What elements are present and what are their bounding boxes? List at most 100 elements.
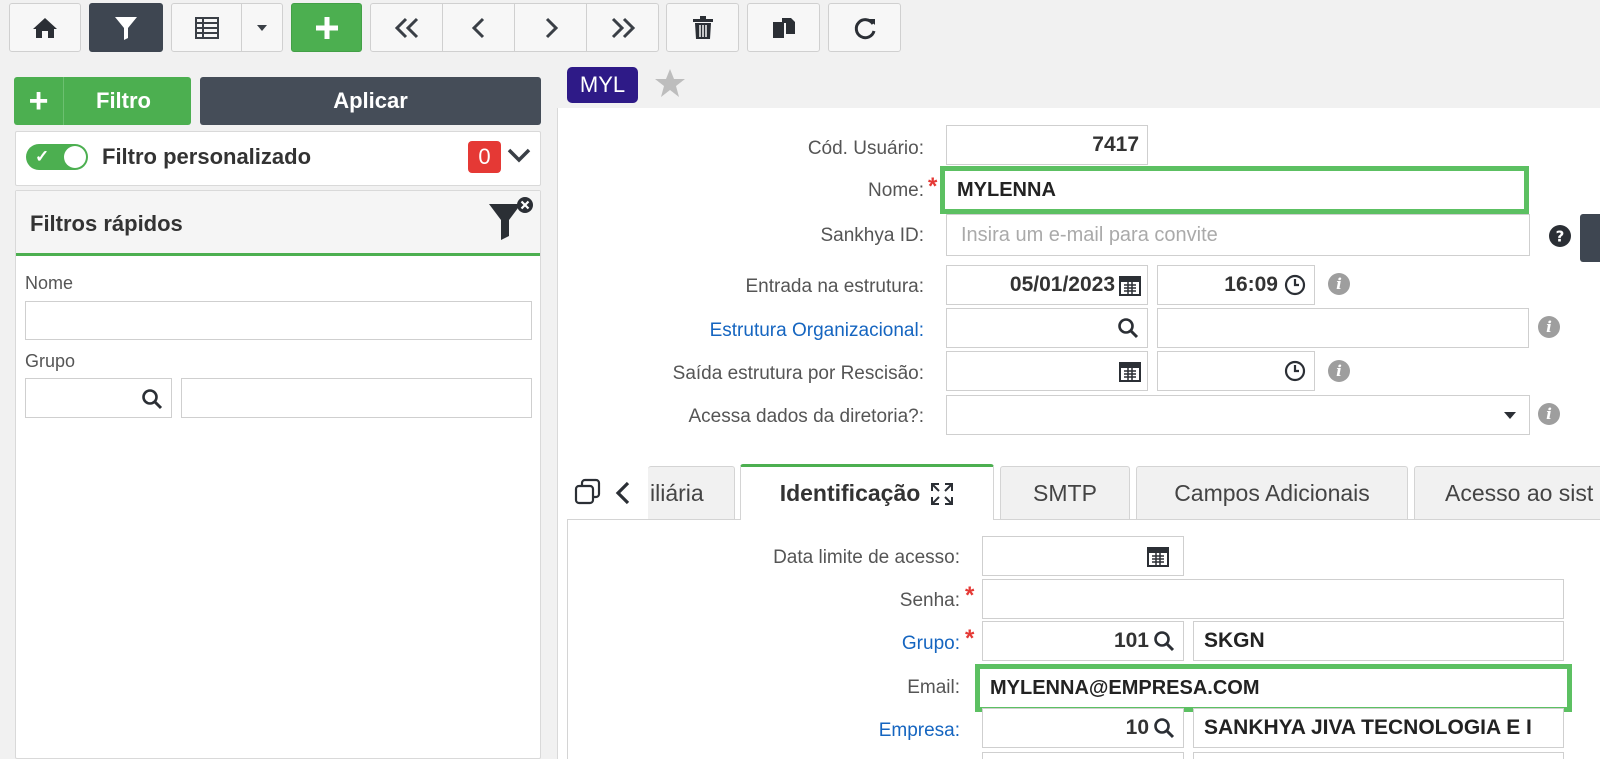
senha-field[interactable] xyxy=(982,579,1564,619)
acessa-select[interactable] xyxy=(946,395,1530,435)
next-record-button[interactable] xyxy=(514,3,587,52)
add-filter-button[interactable]: + Filtro xyxy=(14,77,191,125)
saida-time-field[interactable] xyxy=(1157,351,1315,391)
check-icon: ✓ xyxy=(35,147,50,166)
apply-button[interactable]: Aplicar xyxy=(200,77,541,125)
next-icon xyxy=(545,17,558,38)
info-icon: i xyxy=(1538,403,1560,425)
clear-filter-icon[interactable] xyxy=(487,196,535,242)
next-field-partial xyxy=(982,752,1184,759)
nome-field[interactable]: MYLENNA xyxy=(940,166,1529,214)
entrada-date-value: 05/01/2023 xyxy=(1009,273,1115,296)
estrutura-label[interactable]: Estrutura Organizacional: xyxy=(650,320,924,342)
empresa-code-field[interactable]: 10 xyxy=(982,708,1184,748)
grupo-code-field[interactable]: 101 xyxy=(982,621,1184,661)
home-icon xyxy=(33,17,57,38)
last-record-button[interactable] xyxy=(586,3,659,52)
delete-button[interactable] xyxy=(666,3,739,52)
nome-label: Nome: xyxy=(868,180,924,201)
info-icon: i xyxy=(1538,316,1560,338)
calendar-icon[interactable] xyxy=(1119,274,1141,296)
email-value: MYLENNA@EMPRESA.COM xyxy=(990,676,1260,699)
info-icon: i xyxy=(1328,360,1350,382)
filter-count-badge: 0 xyxy=(468,141,501,173)
saida-date-field[interactable] xyxy=(946,351,1148,391)
info-icon: i xyxy=(1328,273,1350,295)
help-icon[interactable]: ? xyxy=(1548,224,1572,248)
copy-window-icon[interactable] xyxy=(574,478,602,506)
estrutura-name-field[interactable] xyxy=(1157,308,1529,348)
custom-filter-toggle[interactable]: ✓ xyxy=(26,144,88,170)
empresa-label[interactable]: Empresa: xyxy=(700,720,960,742)
nome-value: MYLENNA xyxy=(957,178,1056,201)
entrada-time-value: 16:09 xyxy=(1224,273,1278,296)
quick-nome-input[interactable] xyxy=(25,301,532,340)
filter-button[interactable] xyxy=(89,3,163,52)
tab-acesso-sistema[interactable]: Acesso ao sist xyxy=(1414,466,1600,519)
cod-usuario-field[interactable]: 7417 xyxy=(946,125,1148,165)
calendar-icon[interactable] xyxy=(1119,360,1141,382)
senha-label: Senha: xyxy=(899,590,960,611)
data-limite-field[interactable] xyxy=(982,536,1184,576)
email-field[interactable]: MYLENNA@EMPRESA.COM xyxy=(975,664,1572,712)
star-icon[interactable] xyxy=(654,68,686,98)
grupo-name-value: SKGN xyxy=(1204,629,1265,652)
first-record-button[interactable] xyxy=(370,3,443,52)
search-icon[interactable] xyxy=(1153,630,1175,652)
copy-icon xyxy=(772,17,795,38)
filter-icon xyxy=(115,16,137,40)
quick-grupo-label: Grupo xyxy=(25,351,76,371)
entrada-time-field[interactable]: 16:09 xyxy=(1157,265,1315,305)
empresa-name-field[interactable]: SANKHYA JIVA TECNOLOGIA E I xyxy=(1193,708,1564,748)
quick-filters-title: Filtros rápidos xyxy=(30,211,183,236)
cod-usuario-value: 7417 xyxy=(1092,133,1139,156)
record-header xyxy=(557,63,1600,108)
search-icon[interactable] xyxy=(141,388,163,410)
search-icon[interactable] xyxy=(1117,317,1139,339)
next-field-partial xyxy=(1193,752,1564,759)
search-icon[interactable] xyxy=(1153,717,1175,739)
entrada-date-field[interactable]: 05/01/2023 xyxy=(946,265,1148,305)
required-icon: * xyxy=(928,173,938,200)
grid-view-button[interactable] xyxy=(171,3,242,52)
custom-filter-label: Filtro personalizado xyxy=(102,144,312,169)
home-button[interactable] xyxy=(9,3,81,52)
prev-record-button[interactable] xyxy=(442,3,515,52)
record-tag: MYL xyxy=(567,67,638,103)
grid-view-dropdown[interactable] xyxy=(241,3,283,52)
trash-icon xyxy=(692,15,713,39)
invite-button[interactable] xyxy=(1580,214,1600,262)
entrada-label: Entrada na estrutura: xyxy=(745,276,925,297)
clock-icon[interactable] xyxy=(1284,274,1306,296)
refresh-button[interactable] xyxy=(828,3,901,52)
saida-label: Saída estrutura por Rescisão: xyxy=(672,363,924,384)
tab-identificacao[interactable]: Identificação xyxy=(740,464,994,520)
plus-icon: + xyxy=(14,77,64,125)
quick-grupo-code-input[interactable] xyxy=(25,378,172,418)
copy-button[interactable] xyxy=(747,3,820,52)
grupo-code-value: 101 xyxy=(1113,629,1149,652)
tab-campos-adicionais[interactable]: Campos Adicionais xyxy=(1136,466,1408,519)
chevron-left-icon[interactable] xyxy=(614,481,632,505)
first-icon xyxy=(394,17,418,38)
svg-text:?: ? xyxy=(1556,228,1565,246)
clock-icon[interactable] xyxy=(1284,360,1306,382)
quick-nome-label: Nome xyxy=(25,273,74,293)
sankhya-id-placeholder: Insira um e-mail para convite xyxy=(961,223,1218,246)
refresh-icon xyxy=(854,17,875,39)
chevron-down-icon[interactable] xyxy=(507,147,531,165)
expand-icon[interactable] xyxy=(930,482,954,506)
calendar-icon[interactable] xyxy=(1147,545,1169,567)
tab-smtp[interactable]: SMTP xyxy=(1000,466,1130,519)
cod-usuario-label: Cód. Usuário: xyxy=(807,138,924,159)
quick-grupo-name-input[interactable] xyxy=(181,378,532,418)
acessa-label: Acessa dados da diretoria?: xyxy=(688,406,924,427)
grupo-name-field[interactable]: SKGN xyxy=(1193,621,1564,661)
estrutura-code-field[interactable] xyxy=(946,308,1148,348)
add-button[interactable] xyxy=(291,3,362,52)
grupo-label[interactable]: Grupo: xyxy=(700,633,960,655)
prev-icon xyxy=(471,17,484,38)
sankhya-id-field[interactable]: Insira um e-mail para convite xyxy=(946,214,1530,256)
tab-imobiliaria[interactable]: iliária xyxy=(648,466,735,519)
required-icon: * xyxy=(965,625,975,652)
